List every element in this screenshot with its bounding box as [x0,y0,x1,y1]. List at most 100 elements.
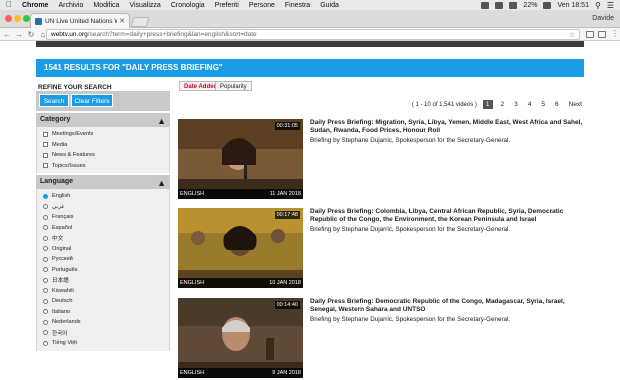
radio[interactable] [43,204,48,210]
reload-icon[interactable]: ↻ [26,30,36,39]
address-bar[interactable]: webtv.un.org /search?term=daily+press+br… [46,29,580,40]
page-1-button[interactable]: 1 [482,100,493,109]
radio[interactable] [43,267,48,273]
bookmark-star-icon[interactable]: ☆ [569,31,575,39]
language-option[interactable]: Nederlands [37,317,169,328]
radio[interactable] [43,309,48,315]
language-option[interactable]: Tiếng Việt [37,338,169,349]
radio[interactable] [43,298,48,304]
menu-guida[interactable]: Guida [320,2,339,9]
category-option[interactable]: Media [37,140,169,151]
video-thumbnail[interactable]: 00:31:05 ENGLISH 11 JAN 2018 [178,119,303,199]
url-path: /search?term=daily+press+briefing&lan=en… [87,31,257,38]
apple-icon[interactable]:  [6,1,14,9]
profile-name[interactable]: Davide [592,15,614,22]
collapse-chevron-icon[interactable]: ▲ [157,176,166,190]
checkbox[interactable] [43,131,48,137]
language-label: 한국어 [52,330,68,337]
page-4-button[interactable]: 4 [526,100,534,109]
menu-preferiti[interactable]: Preferiti [215,2,239,9]
checkbox[interactable] [43,142,48,148]
video-title-link[interactable]: Daily Press Briefing: Migration, Syria, … [310,119,584,135]
radio[interactable] [43,340,48,346]
close-tab-icon[interactable]: ✕ [119,17,125,25]
radio[interactable] [43,277,48,283]
language-option[interactable]: عربي [37,202,169,213]
category-option[interactable]: Topics/Issues [37,161,169,172]
radio[interactable] [43,319,48,325]
wifi-icon[interactable] [509,1,518,9]
page-6-button[interactable]: 6 [553,100,561,109]
maximize-window-icon[interactable] [23,15,30,22]
menu-list-icon[interactable]: ☰ [607,1,614,10]
radio[interactable] [43,214,48,220]
back-arrow-icon[interactable]: ← [2,30,12,39]
category-option[interactable]: News & Features [37,150,169,161]
language-header[interactable]: Language ▲ [36,175,170,189]
category-option[interactable]: Meetings/Events [37,129,169,140]
video-thumbnail[interactable]: 00:17:48 ENGLISH 10 JAN 2018 [178,208,303,288]
search-icon[interactable]: ⚲ [595,1,601,10]
search-button[interactable]: Search [39,94,69,107]
checkbox[interactable] [43,152,48,158]
language-option[interactable]: Italiano [37,307,169,318]
radio[interactable] [43,246,48,252]
clear-filters-button[interactable]: Clear Filters [71,94,113,107]
extension-icon[interactable] [586,31,594,38]
close-window-icon[interactable] [5,15,12,22]
language-label: Español [52,224,73,231]
sort-popularity-tab[interactable]: Popularity [215,81,252,91]
category-panel: Category ▲ Meetings/Events Media News & … [36,113,170,173]
radio[interactable] [43,256,48,262]
menu-archivio[interactable]: Archivio [58,2,83,9]
pagination: ( 1 - 10 of 1,541 videos ) 1 2 3 4 5 6 N… [412,100,584,109]
chrome-menu-icon[interactable]: ⋮ [610,29,620,38]
dropbox-icon[interactable] [481,1,490,9]
language-option[interactable]: 日本語 [37,275,169,286]
video-title-link[interactable]: Daily Press Briefing: Colombia, Libya, C… [310,208,584,224]
cast-icon[interactable] [598,31,606,38]
next-page-link[interactable]: Next [567,100,584,109]
language-option[interactable]: Português [37,265,169,276]
radio[interactable] [43,330,48,336]
bluetooth-icon[interactable] [495,1,504,9]
clock[interactable]: Ven 18:51 [557,2,589,9]
video-language: ENGLISH [180,191,205,197]
battery-icon[interactable] [543,1,552,9]
page-5-button[interactable]: 5 [539,100,547,109]
language-panel: Language ▲ English عربي Français Español… [36,175,170,351]
category-header[interactable]: Category ▲ [36,113,170,127]
page-2-button[interactable]: 2 [499,100,507,109]
thumbnail-caption: ENGLISH 11 JAN 2018 [178,189,303,199]
language-option[interactable]: Deutsch [37,296,169,307]
checkbox[interactable] [43,163,48,169]
forward-arrow-icon[interactable]: → [14,30,24,39]
minimize-window-icon[interactable] [14,15,21,22]
menu-modifica[interactable]: Modifica [93,2,119,9]
new-tab-button[interactable] [130,17,150,27]
language-option[interactable]: 한국어 [37,328,169,339]
category-title: Category [40,116,71,123]
radio[interactable] [43,225,48,231]
page-3-button[interactable]: 3 [512,100,520,109]
language-label: Kiswahili [52,287,74,294]
language-option[interactable]: English [37,191,169,202]
browser-tab[interactable]: UN Live United Nations Web ✕ [30,13,130,28]
menu-app-chrome[interactable]: Chrome [22,2,48,9]
menu-persone[interactable]: Persone [249,2,275,9]
radio[interactable] [43,235,48,241]
menu-finestra[interactable]: Finestra [285,2,310,9]
video-thumbnail[interactable]: 00:14:40 ENGLISH 9 JAN 2018 [178,298,303,378]
language-option[interactable]: Русский [37,254,169,265]
menu-visualizza[interactable]: Visualizza [129,2,160,9]
language-option[interactable]: Kiswahili [37,286,169,297]
menu-cronologia[interactable]: Cronologia [171,2,205,9]
video-title-link[interactable]: Daily Press Briefing: Democratic Republi… [310,298,584,314]
radio-selected[interactable] [43,193,48,199]
language-option[interactable]: Français [37,212,169,223]
collapse-chevron-icon[interactable]: ▲ [157,114,166,128]
language-option[interactable]: Español [37,223,169,234]
radio[interactable] [43,288,48,294]
language-option[interactable]: Original [37,244,169,255]
language-option[interactable]: 中文 [37,233,169,244]
